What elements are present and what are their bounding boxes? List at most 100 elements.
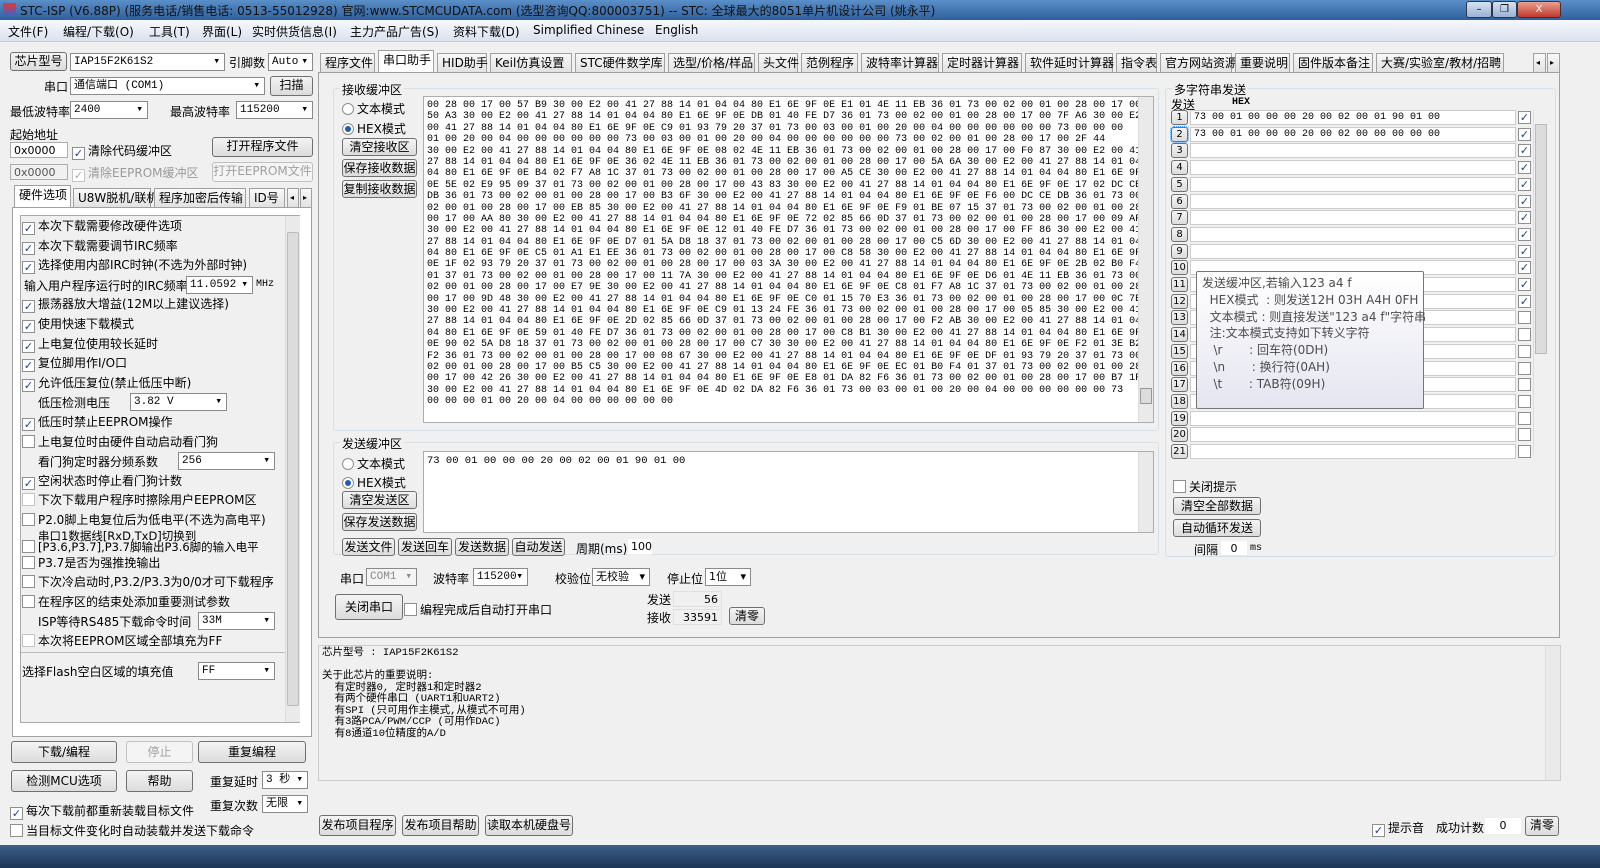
hex-checkbox[interactable] xyxy=(1518,378,1531,392)
multi-send-button-8[interactable]: 8 xyxy=(1171,226,1188,242)
info-scrollbar[interactable] xyxy=(1545,646,1560,780)
auto-send-button[interactable]: 自动发送 xyxy=(512,538,565,556)
hex-checkbox[interactable]: ✓ xyxy=(1518,177,1531,191)
beep-checkbox[interactable]: ✓ 提示音 xyxy=(1372,819,1424,837)
multi-send-button-20[interactable]: 20 xyxy=(1171,427,1188,443)
multi-send-button-7[interactable]: 7 xyxy=(1171,210,1188,226)
menu-item[interactable]: English xyxy=(655,23,698,37)
scroll-thumb[interactable] xyxy=(1140,388,1152,404)
auto-send-download-checkbox[interactable]: 当目标文件变化时自动装载并发送下载命令 xyxy=(10,822,254,839)
multi-send-button-6[interactable]: 6 xyxy=(1171,193,1188,209)
clear-eeprom-checkbox[interactable]: ✓ 清除EEPROM缓冲区 xyxy=(72,164,199,182)
repeat-program-button[interactable]: 重复编程 xyxy=(198,741,306,763)
repeat-count-select[interactable]: 无限 xyxy=(262,795,308,813)
receive-scrollbar[interactable] xyxy=(1138,97,1153,422)
maximize-button[interactable]: ❐ xyxy=(1492,1,1517,18)
hex-checkbox[interactable]: ✓ xyxy=(1518,161,1531,175)
option-checkbox[interactable]: ✓ 振荡器放大增益(12M以上建议选择) xyxy=(22,295,229,314)
receive-textarea[interactable]: 00 28 00 17 00 57 B9 30 00 E2 00 41 27 8… xyxy=(423,96,1154,423)
multi-send-button-14[interactable]: 14 xyxy=(1171,327,1188,343)
multi-string-input[interactable] xyxy=(1190,226,1516,242)
code-address-input[interactable]: 0x0000 xyxy=(10,142,68,158)
hex-checkbox[interactable] xyxy=(1518,445,1531,458)
multi-send-button-11[interactable]: 11 xyxy=(1171,277,1188,292)
hex-checkbox[interactable] xyxy=(1518,361,1531,375)
close-button[interactable]: X xyxy=(1517,1,1561,18)
send-scrollbar[interactable] xyxy=(1138,452,1153,532)
tab-15[interactable]: 大赛/实验室/教材/招聘 xyxy=(1376,53,1504,72)
tab-2[interactable]: HID助手 xyxy=(437,53,488,72)
eeprom-address-input[interactable]: 0x0000 xyxy=(10,164,68,180)
multi-send-button-12[interactable]: 12 xyxy=(1171,293,1188,309)
send-textarea[interactable]: 73 00 01 00 00 00 20 00 02 00 01 90 01 0… xyxy=(423,451,1154,533)
option-checkbox[interactable]: 串口1数据线[RxD,TxD]切换到 [P3.6,P3.7],P3.7脚输出P3.… xyxy=(22,530,259,554)
multi-string-input[interactable]: 73 00 01 00 00 00 20 00 02 00 00 00 00 0… xyxy=(1190,126,1516,142)
hex-checkbox[interactable]: ✓ xyxy=(1518,294,1531,308)
multi-send-button-13[interactable]: 13 xyxy=(1171,310,1188,326)
tab-3[interactable]: Keil仿真设置 xyxy=(490,53,572,72)
multi-send-button-1[interactable]: 1 xyxy=(1171,110,1188,125)
main-tab-scroll-left[interactable]: ◂ xyxy=(1533,53,1546,72)
menu-item[interactable]: Simplified Chinese xyxy=(533,23,644,37)
tab-encrypt[interactable]: 程序加密后传输 xyxy=(154,188,246,207)
receive-text-mode-radio[interactable]: 文本模式 xyxy=(342,100,405,117)
multi-send-button-9[interactable]: 9 xyxy=(1171,243,1188,259)
auto-loop-send-button[interactable]: 自动循环发送 xyxy=(1173,519,1261,537)
tab-scroll-right[interactable]: ▸ xyxy=(300,188,312,207)
read-disk-id-button[interactable]: 读取本机硬盘号 xyxy=(485,815,573,836)
multi-string-input[interactable] xyxy=(1190,427,1516,443)
fill-value-select[interactable]: FF xyxy=(198,662,275,680)
multi-send-button-21[interactable]: 21 xyxy=(1171,444,1188,459)
tab-4[interactable]: STC硬件数学库 xyxy=(575,53,665,72)
chip-type-button[interactable]: 芯片型号 xyxy=(10,52,67,71)
open-program-button[interactable]: 打开程序文件 xyxy=(212,137,313,157)
menu-item[interactable]: 主力产品广告(S) xyxy=(350,23,439,40)
tab-8[interactable]: 波特率计算器 xyxy=(861,53,939,72)
option-checkbox[interactable]: 下次冷启动时,P3.2/P3.3为0/0才可下载程序 xyxy=(22,573,274,590)
send-text-mode-radio[interactable]: 文本模式 xyxy=(342,455,405,472)
tab-14[interactable]: 固件版本备注 xyxy=(1293,53,1373,72)
option-checkbox[interactable]: ✓ 本次下载需要调节IRC频率 xyxy=(22,237,178,255)
tab-10[interactable]: 软件延时计算器 xyxy=(1025,53,1114,72)
max-baud-select[interactable]: 115200 xyxy=(236,101,313,119)
help-button[interactable]: 帮助 xyxy=(126,770,193,792)
option-checkbox[interactable]: ✓ 本次下载需要修改硬件选项 xyxy=(22,217,182,235)
multi-send-button-18[interactable]: 18 xyxy=(1171,393,1188,409)
clear-receive-button[interactable]: 清空接收区 xyxy=(342,138,417,156)
multi-send-button-4[interactable]: 4 xyxy=(1171,160,1188,176)
clear-code-checkbox[interactable]: ✓ 清除代码缓冲区 xyxy=(72,142,172,160)
option-select[interactable]: 33M xyxy=(198,612,275,631)
tab-5[interactable]: 选型/价格/样品 xyxy=(668,53,755,72)
stop-bits-select[interactable]: 1位 xyxy=(705,568,751,586)
multi-send-button-10[interactable]: 10 xyxy=(1171,260,1188,276)
tab-13[interactable]: 重要说明 xyxy=(1235,53,1290,72)
option-checkbox[interactable]: ✓ 上电复位使用较长延时 xyxy=(22,335,158,353)
multi-string-input[interactable] xyxy=(1190,410,1516,426)
scan-button[interactable]: 扫描 xyxy=(270,76,313,96)
detect-mcu-button[interactable]: 检测MCU选项 xyxy=(11,770,117,792)
tab-12[interactable]: 官方网站资源 xyxy=(1160,53,1237,72)
open-eeprom-button[interactable]: 打开EEPROM文件 xyxy=(212,162,313,182)
tab-scroll-left[interactable]: ◂ xyxy=(287,188,299,207)
multi-send-button-17[interactable]: 17 xyxy=(1171,377,1188,393)
tab-0[interactable]: 程序文件 xyxy=(320,53,375,72)
save-receive-button[interactable]: 保存接收数据 xyxy=(342,159,417,177)
multi-send-button-19[interactable]: 19 xyxy=(1171,410,1188,426)
menu-item[interactable]: 工具(T) xyxy=(149,23,190,40)
multi-string-input[interactable] xyxy=(1190,444,1516,459)
send-file-button[interactable]: 发送文件 xyxy=(342,538,395,556)
hex-checkbox[interactable] xyxy=(1518,311,1531,325)
clear-all-button[interactable]: 清空全部数据 xyxy=(1173,497,1261,515)
hex-checkbox[interactable]: ✓ xyxy=(1518,111,1531,124)
menu-item[interactable]: 界面(L) xyxy=(202,23,242,40)
menu-item[interactable]: 编程/下载(O) xyxy=(63,23,134,40)
option-checkbox[interactable]: 在程序区的结束处添加重要测试参数 xyxy=(22,593,230,610)
send-enter-button[interactable]: 发送回车 xyxy=(398,538,452,556)
multi-string-input[interactable]: 73 00 01 00 00 00 20 00 02 00 01 90 01 0… xyxy=(1190,110,1516,125)
option-checkbox[interactable]: 上电复位时由硬件自动启动看门狗 xyxy=(22,433,218,450)
tab-hardware-options[interactable]: 硬件选项 xyxy=(14,185,71,207)
multi-string-input[interactable] xyxy=(1190,193,1516,209)
option-checkbox[interactable]: ✓ 允许低压复位(禁止低压中断) xyxy=(22,374,191,392)
tab-9[interactable]: 定时器计算器 xyxy=(942,53,1022,72)
period-input[interactable]: 100 xyxy=(627,538,653,555)
